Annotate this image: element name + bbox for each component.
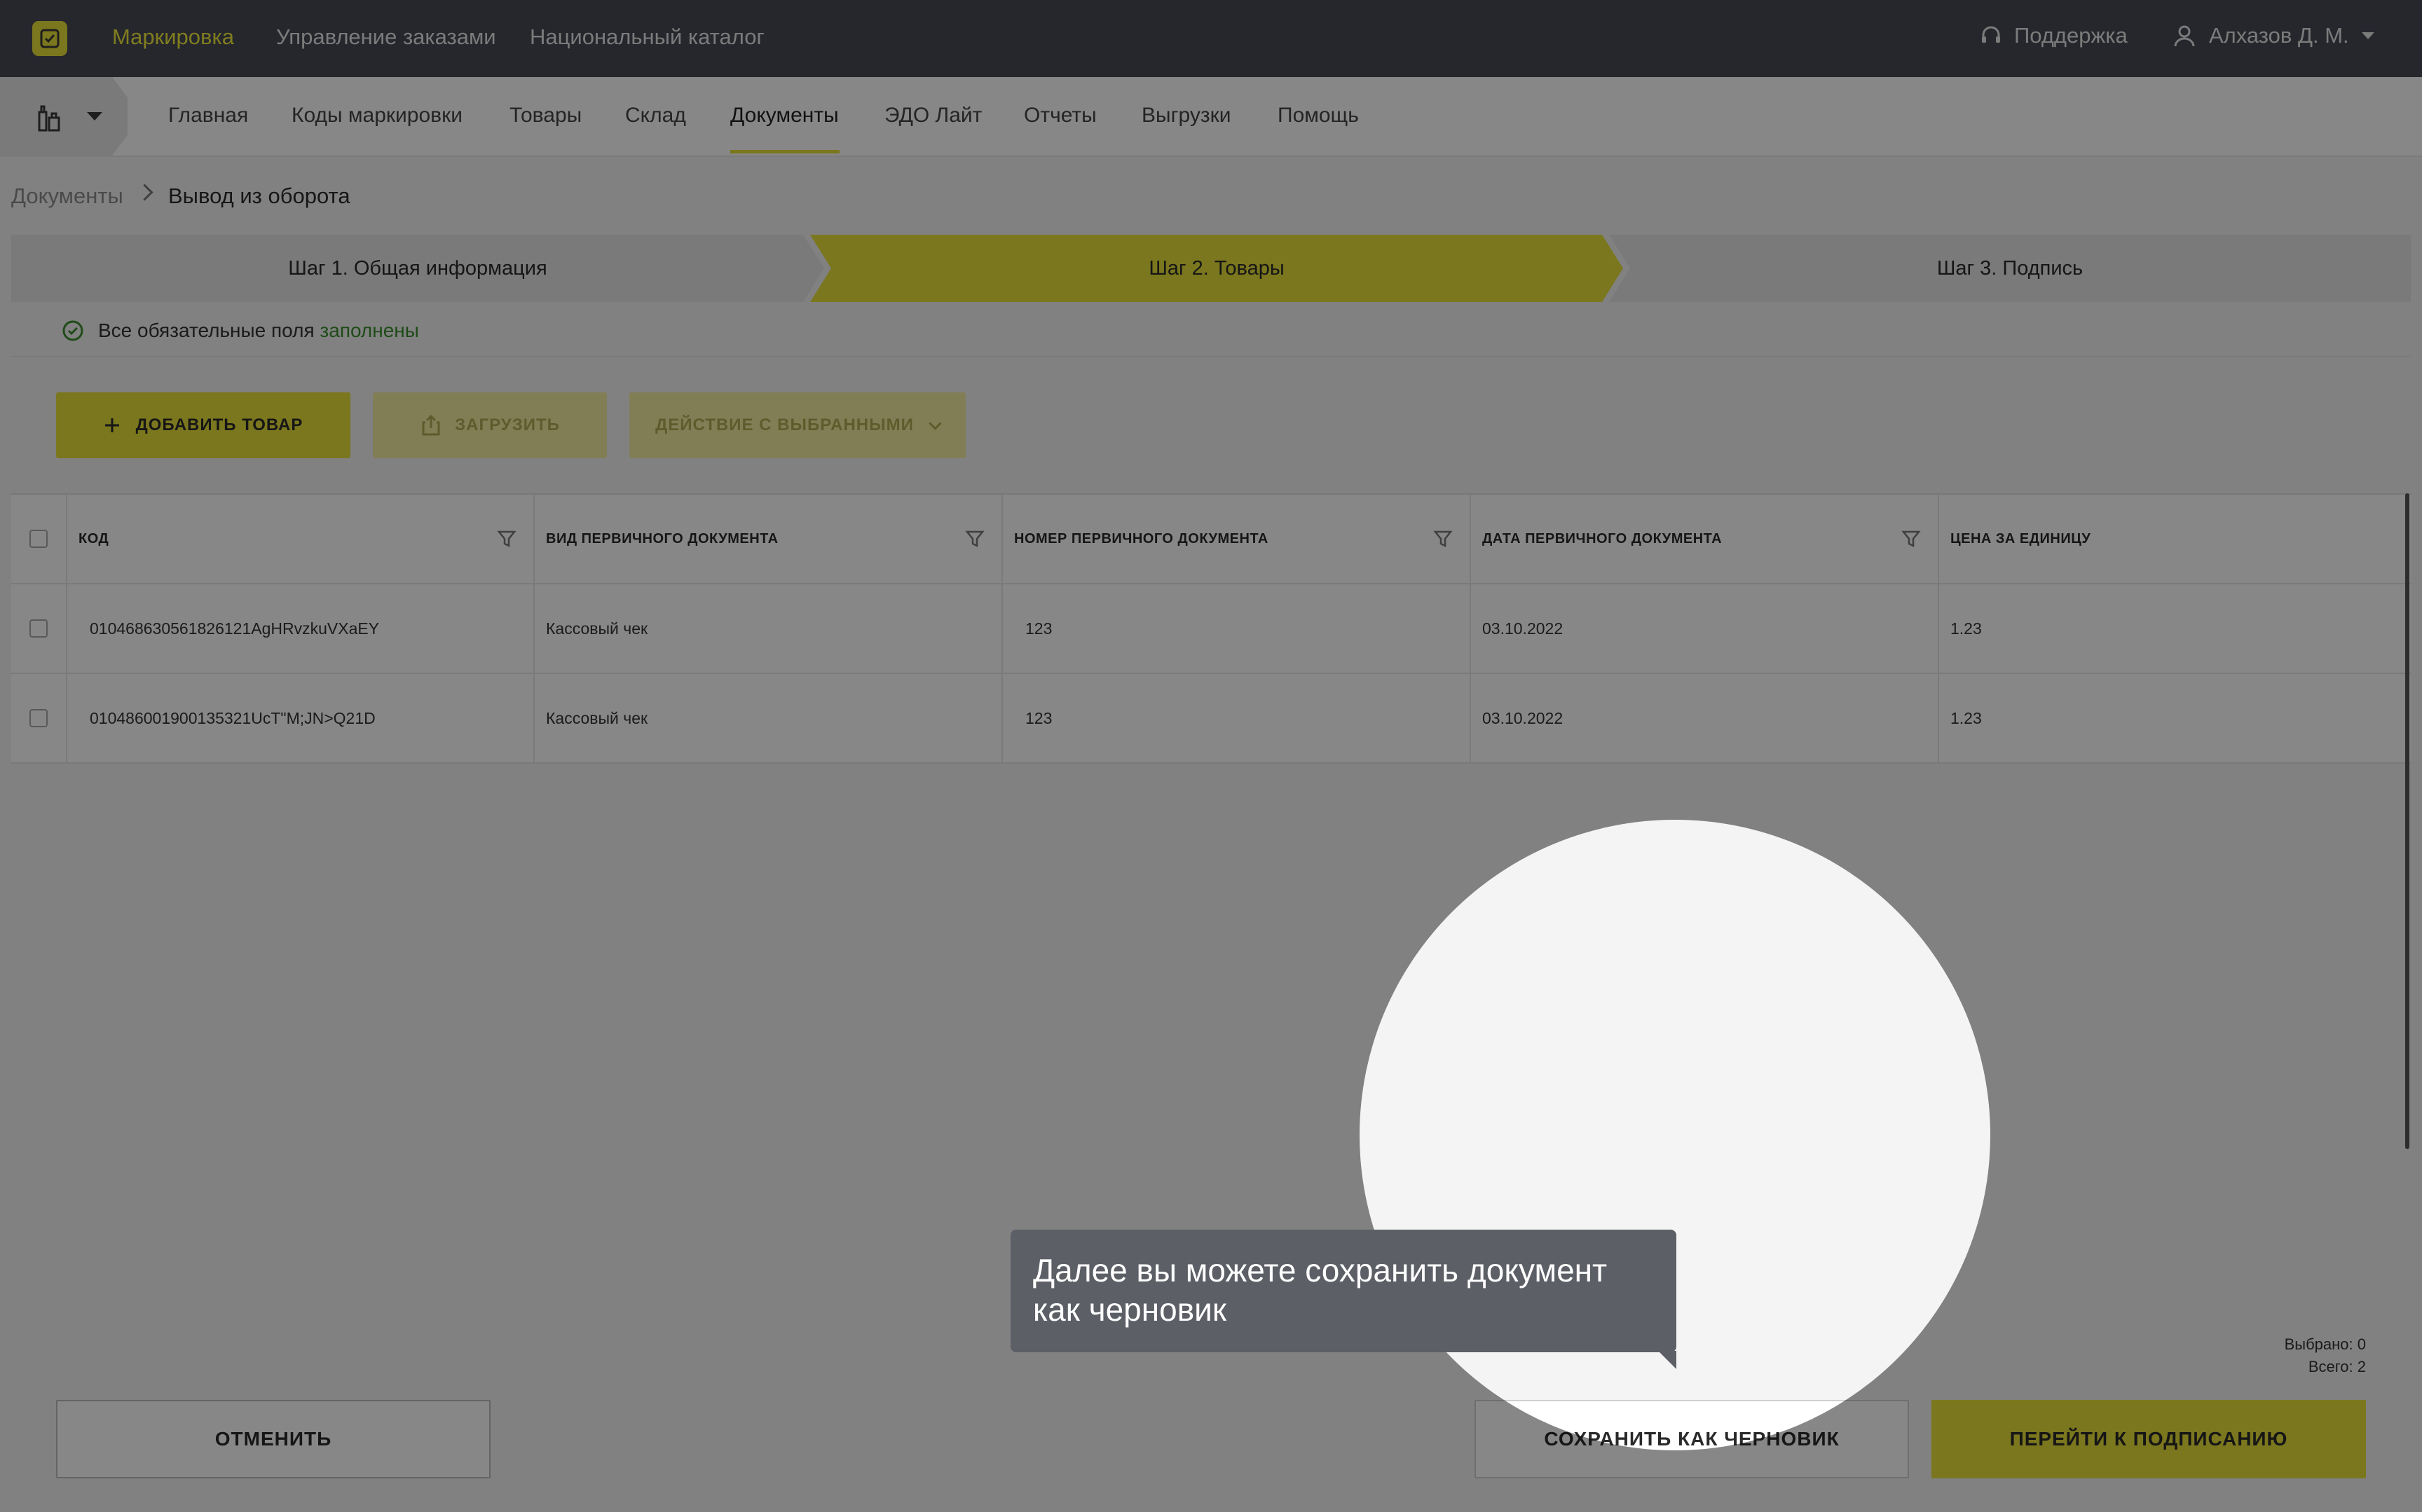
nav-exports[interactable]: Выгрузки — [1142, 104, 1231, 128]
user-menu[interactable]: Алхазов Д. М. — [2173, 23, 2374, 48]
step-label: Шаг 1. Общая информация — [288, 256, 547, 280]
validation-status: Все обязательные поля заполнены — [62, 319, 419, 342]
headset-icon — [1982, 26, 2000, 43]
onboarding-tooltip: Далее вы можете сохранить документ как ч… — [1011, 1230, 1676, 1352]
cell-unit-price: 1.23 — [1950, 708, 1982, 727]
go-to-signing-label: ПЕРЕЙТИ К ПОДПИСАНИЮ — [2009, 1428, 2288, 1450]
filter-icon[interactable] — [1901, 529, 1921, 549]
plus-icon — [104, 418, 119, 432]
section-nav: Главная Коды маркировки Товары Склад Док… — [0, 77, 2422, 157]
cell-doc-number: 123 — [1025, 708, 1053, 727]
chevron-down-icon — [2361, 32, 2374, 39]
upload-button[interactable]: ЗАГРУЗИТЬ — [373, 392, 607, 458]
row-checkbox[interactable] — [29, 709, 48, 727]
step-general-info[interactable]: Шаг 1. Общая информация — [11, 235, 824, 302]
go-to-signing-button[interactable]: ПЕРЕЙТИ К ПОДПИСАНИЮ — [1931, 1400, 2366, 1478]
cancel-label: ОТМЕНИТЬ — [214, 1428, 332, 1450]
nav-codes[interactable]: Коды маркировки — [292, 104, 463, 128]
filter-icon[interactable] — [497, 529, 516, 549]
products-icon — [38, 105, 60, 132]
bulk-action-label: ДЕЙСТВИЕ С ВЫБРАННЫМИ — [655, 415, 914, 434]
bulk-action-dropdown[interactable]: ДЕЙСТВИЕ С ВЫБРАННЫМИ — [629, 392, 966, 458]
nav-help[interactable]: Помощь — [1278, 104, 1359, 128]
total-count: Всего: 2 — [2308, 1358, 2366, 1375]
breadcrumb-documents[interactable]: Документы — [11, 184, 123, 209]
active-tab-indicator — [730, 150, 840, 153]
step-label: Шаг 3. Подпись — [1936, 256, 2084, 280]
topnav-marking[interactable]: Маркировка — [112, 25, 234, 50]
step-label: Шаг 2. Товары — [1149, 256, 1285, 280]
column-header-code: КОД — [78, 530, 109, 547]
column-header-doc-number: НОМЕР ПЕРВИЧНОГО ДОКУМЕНТА — [1014, 530, 1268, 547]
step-signature[interactable]: Шаг 3. Подпись — [1609, 235, 2411, 302]
cancel-button[interactable]: ОТМЕНИТЬ — [56, 1400, 491, 1478]
cell-doc-date: 03.10.2022 — [1482, 619, 1564, 638]
column-header-doc-date: ДАТА ПЕРВИЧНОГО ДОКУМЕНТА — [1482, 530, 1723, 547]
step-goods[interactable]: Шаг 2. Товары — [810, 235, 1623, 302]
top-bar: Маркировка Управление заказами Националь… — [0, 0, 2422, 77]
column-header-unit-price: ЦЕНА ЗА ЕДИНИЦУ — [1950, 530, 2091, 547]
check-circle-icon — [62, 320, 83, 341]
nav-goods[interactable]: Товары — [509, 104, 582, 128]
selected-count: Выбрано: 0 — [2284, 1335, 2366, 1353]
nav-edo[interactable]: ЭДО Лайт — [884, 104, 982, 128]
tooltip-text: Далее вы можете сохранить документ как ч… — [1033, 1252, 1608, 1328]
support-link[interactable]: Поддержка — [1979, 23, 2128, 48]
logo[interactable] — [32, 21, 67, 56]
cell-code: 010486001900135321UcT"M;JN>Q21D — [90, 708, 376, 727]
topnav-catalog[interactable]: Национальный каталог — [530, 25, 765, 50]
cell-doc-type: Кассовый чек — [546, 708, 648, 727]
table-scrollbar[interactable] — [2405, 493, 2409, 1149]
column-header-doc-type: ВИД ПЕРВИЧНОГО ДОКУМЕНТА — [546, 530, 779, 547]
table-row[interactable]: 010486001900135321UcT"M;JN>Q21D Кассовый… — [11, 674, 2411, 764]
status-ok: заполнены — [320, 319, 419, 341]
user-icon — [2174, 25, 2195, 47]
table-row[interactable]: 010468630561826121AgHRvzkuVXaEY Кассовый… — [11, 584, 2411, 674]
nav-warehouse[interactable]: Склад — [625, 104, 686, 128]
tooltip-tail — [1658, 1351, 1676, 1369]
add-product-button[interactable]: ДОБАВИТЬ ТОВАР — [56, 392, 350, 458]
chevron-down-icon — [87, 112, 102, 121]
nav-home[interactable]: Главная — [168, 104, 248, 128]
upload-label: ЗАГРУЗИТЬ — [455, 415, 560, 434]
nav-documents[interactable]: Документы — [730, 104, 839, 128]
cell-doc-date: 03.10.2022 — [1482, 708, 1564, 727]
upload-icon — [422, 414, 440, 436]
status-text: Все обязательные поля — [98, 319, 315, 341]
save-draft-button[interactable]: СОХРАНИТЬ КАК ЧЕРНОВИК — [1475, 1400, 1909, 1478]
select-all-checkbox[interactable] — [29, 530, 48, 548]
logo-icon — [40, 29, 60, 48]
nav-reports[interactable]: Отчеты — [1024, 104, 1097, 128]
save-draft-label: СОХРАНИТЬ КАК ЧЕРНОВИК — [1544, 1428, 1840, 1450]
row-counts: Выбрано: 0 Всего: 2 — [2285, 1333, 2366, 1378]
row-checkbox[interactable] — [29, 619, 48, 638]
user-name: Алхазов Д. М. — [2209, 23, 2349, 48]
chevron-down-icon — [929, 416, 942, 430]
chevron-right-icon — [136, 184, 153, 201]
table-header: КОД ВИД ПЕРВИЧНОГО ДОКУМЕНТА НОМЕР ПЕРВИ… — [11, 495, 2411, 584]
apps-switcher[interactable] — [0, 77, 128, 156]
topnav-orders[interactable]: Управление заказами — [276, 25, 496, 50]
filter-icon[interactable] — [1433, 529, 1453, 549]
cell-doc-type: Кассовый чек — [546, 619, 648, 638]
divider — [11, 356, 2411, 357]
filter-icon[interactable] — [965, 529, 985, 549]
breadcrumb-current: Вывод из оборота — [168, 184, 350, 208]
cell-unit-price: 1.23 — [1950, 619, 1982, 638]
products-table: КОД ВИД ПЕРВИЧНОГО ДОКУМЕНТА НОМЕР ПЕРВИ… — [11, 493, 2411, 764]
cell-doc-number: 123 — [1025, 619, 1053, 638]
cell-code: 010468630561826121AgHRvzkuVXaEY — [90, 619, 380, 638]
support-label: Поддержка — [2014, 23, 2128, 48]
add-product-label: ДОБАВИТЬ ТОВАР — [135, 415, 303, 434]
